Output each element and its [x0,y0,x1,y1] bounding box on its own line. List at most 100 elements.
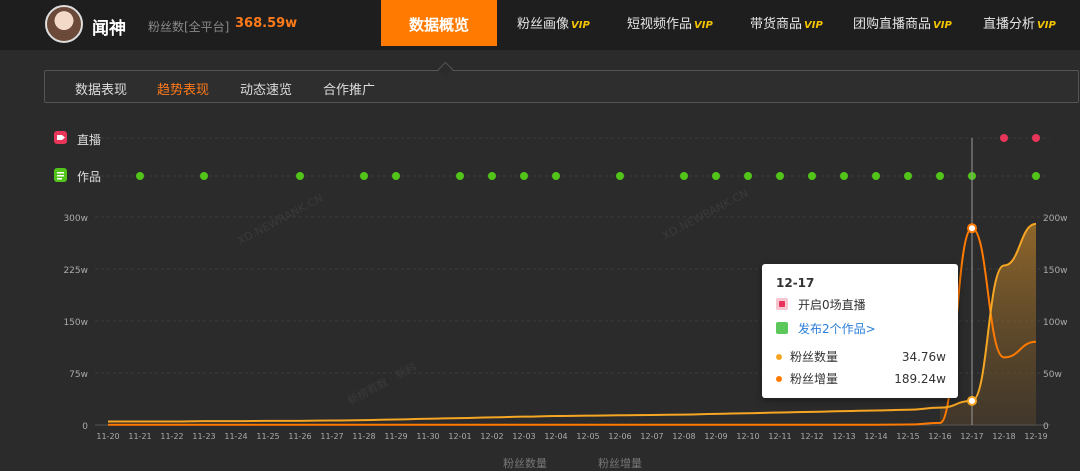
works-marker [552,172,560,180]
top-bar: 闻神 粉丝数[全平台] 368.59w 数据概览 粉丝画像 VIP 短视频作品 VI… [0,0,1080,50]
tab-label: 直播分析 [983,17,1036,32]
row-label-works: 作品 [77,170,102,184]
vip-badge: VIP [694,20,713,31]
live-marker [1000,134,1008,142]
x-tick-label: 11-28 [352,432,375,441]
tooltip-works-link[interactable]: 发布2个作品> [798,320,876,337]
works-marker [456,172,464,180]
x-tick-label: 12-14 [864,432,887,441]
x-tick-label: 12-17 [960,432,983,441]
watermark-text: XD.NEWRANK.CN [235,192,325,248]
vip-badge: VIP [571,20,590,31]
user-name: 闻神 [92,19,126,39]
legend-fans-increment[interactable]: 粉丝增量 [598,455,642,471]
sub-tab-bar: 数据表现 趋势表现 动态速览 合作推广 [44,70,1079,103]
x-tick-label: 11-22 [160,432,183,441]
x-tick-label: 12-18 [992,432,1015,441]
avatar[interactable] [45,5,83,43]
x-tick-label: 11-26 [288,432,311,441]
works-marker [936,172,944,180]
works-marker [296,172,304,180]
highlight-point-fans-count [967,395,977,406]
works-row-icon [54,168,67,182]
x-tick-label: 12-13 [832,432,855,441]
works-marker [680,172,688,180]
y-right-tick-label: 200w [1043,214,1068,224]
tab-group-live-products[interactable]: 团购直播商品 VIP [853,0,952,46]
tab-fans-portrait[interactable]: 粉丝画像 VIP [517,0,590,46]
y-left-tick-label: 0 [82,422,88,432]
tab-live-analysis[interactable]: 直播分析 VIP [983,0,1056,46]
fans-label: 粉丝数[全平台] [148,20,230,34]
subtab-dynamic-overview[interactable]: 动态速览 [240,79,292,98]
works-marker [1032,172,1040,180]
y-left-tick-label: 225w [63,266,88,276]
y-right-tick-label: 0 [1043,422,1049,432]
live-row-icon [54,131,67,144]
x-tick-label: 12-04 [544,432,567,441]
x-tick-label: 12-08 [672,432,695,441]
x-tick-label: 12-11 [768,432,791,441]
series-dot [776,375,782,382]
tab-label: 带货商品 [750,17,803,32]
x-tick-label: 11-20 [96,432,119,441]
vip-badge: VIP [1037,20,1056,31]
y-right-tick-label: 150w [1043,266,1068,276]
works-marker [360,172,368,180]
x-tick-label: 12-01 [448,432,471,441]
x-tick-label: 12-06 [608,432,631,441]
fans-value: 368.59w [235,16,298,31]
vip-badge: VIP [804,20,823,31]
y-right-tick-label: 100w [1043,318,1068,328]
tab-products[interactable]: 带货商品 VIP [750,0,823,46]
series-dot [776,353,782,360]
vip-badge: VIP [933,20,952,31]
x-tick-label: 11-29 [384,432,407,441]
y-left-tick-label: 150w [63,318,88,328]
subtab-data-performance[interactable]: 数据表现 [75,79,127,98]
x-tick-label: 12-05 [576,432,599,441]
live-icon [776,298,788,310]
tooltip-series-value: 189.24w [894,371,946,386]
works-marker [520,172,528,180]
tab-label: 粉丝画像 [517,17,570,32]
works-marker [744,172,752,180]
x-tick-label: 11-30 [416,432,439,441]
tab-data-overview[interactable]: 数据概览 [381,0,497,46]
legend-fans-count[interactable]: 粉丝数量 [503,455,547,471]
x-tick-label: 11-25 [256,432,279,441]
tab-label: 数据概览 [408,16,469,34]
subtab-trend-performance[interactable]: 趋势表现 [157,79,209,98]
tooltip-series-row: 粉丝增量 189.24w [776,370,946,387]
x-tick-label: 11-23 [192,432,215,441]
x-tick-label: 11-27 [320,432,343,441]
tooltip-live-row: 开启0场直播 [776,296,866,312]
works-marker [488,172,496,180]
works-marker [808,172,816,180]
x-tick-label: 12-02 [480,432,503,441]
y-right-tick-label: 50w [1043,370,1062,380]
tooltip-date: 12-17 [776,276,815,290]
tooltip-series-name: 粉丝数量 [790,350,839,364]
x-tick-label: 12-16 [928,432,951,441]
live-marker [1032,134,1040,142]
x-tick-label: 12-12 [800,432,823,441]
y-left-tick-label: 75w [69,370,88,380]
x-tick-label: 11-21 [128,432,151,441]
y-left-tick-label: 300w [63,214,88,224]
x-tick-label: 12-10 [736,432,759,441]
works-marker [840,172,848,180]
works-marker [872,172,880,180]
x-tick-label: 12-07 [640,432,663,441]
works-marker [200,172,208,180]
tooltip-series-row: 粉丝数量 34.76w [776,348,946,365]
subtab-cooperation[interactable]: 合作推广 [323,79,375,98]
works-marker [904,172,912,180]
chart-tooltip: 12-17 开启0场直播 发布2个作品> 粉丝数量 34.76w 粉丝增量 18… [762,264,958,398]
tooltip-works-row[interactable]: 发布2个作品> [776,320,876,336]
works-marker [616,172,624,180]
tab-short-videos[interactable]: 短视频作品 VIP [627,0,713,46]
watermark-text: XD.NEWRANK.CN [660,187,750,243]
tab-label: 短视频作品 [627,17,693,32]
x-tick-label: 12-09 [704,432,727,441]
